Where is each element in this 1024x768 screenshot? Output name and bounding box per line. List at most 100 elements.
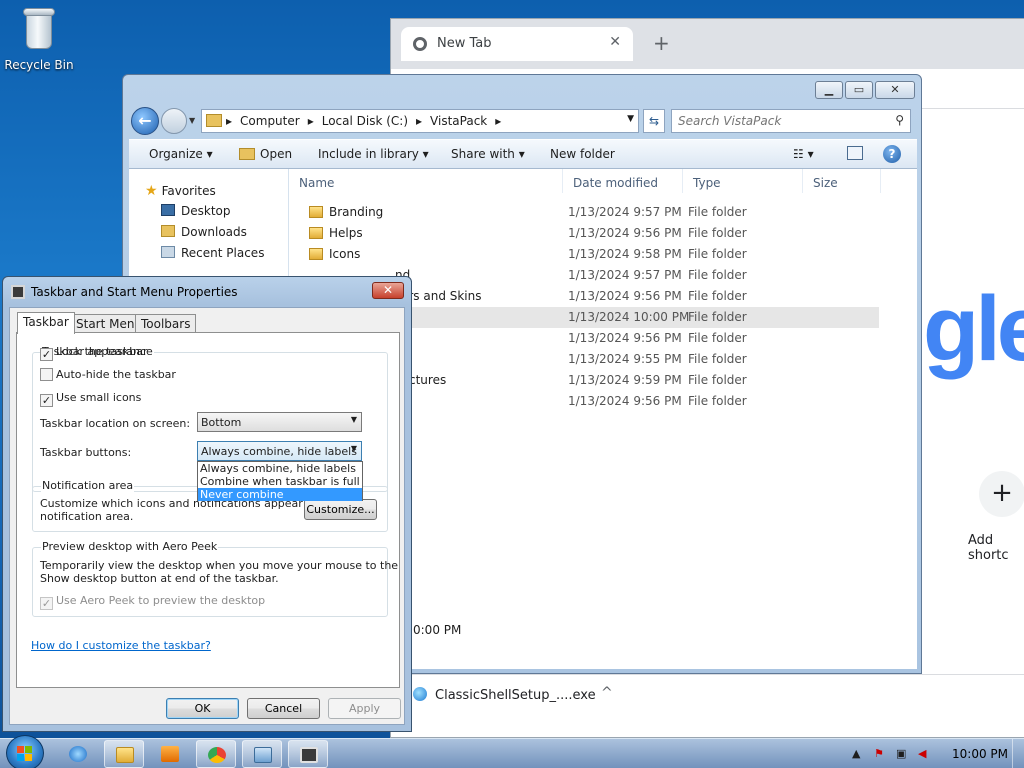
download-chevron-icon[interactable]: ^ bbox=[601, 685, 613, 701]
chrome-new-tab-button[interactable]: + bbox=[653, 31, 670, 55]
customize-button[interactable]: Customize... bbox=[304, 499, 377, 520]
chrome-tab-new-tab[interactable]: New Tab ✕ bbox=[401, 27, 633, 61]
include-in-library-button[interactable]: Include in library ▾ bbox=[318, 147, 429, 161]
organize-button[interactable]: Organize ▾ bbox=[149, 147, 213, 161]
taskbar-media-player[interactable] bbox=[150, 740, 190, 768]
taskbar-properties-dialog: Taskbar and Start Menu Properties ✕ Task… bbox=[2, 276, 412, 732]
breadcrumb-vistapack[interactable]: VistaPack bbox=[430, 114, 487, 128]
option-never-combine[interactable]: Never combine bbox=[198, 488, 362, 501]
google-logo: gle bbox=[923, 278, 1024, 380]
taskbar-chrome[interactable] bbox=[196, 740, 236, 768]
apply-button: Apply bbox=[328, 698, 401, 719]
aero-peek-text-line-1: Temporarily view the desktop when you mo… bbox=[40, 559, 399, 572]
nav-recent-places[interactable]: Recent Places bbox=[161, 246, 264, 260]
forward-button[interactable] bbox=[161, 108, 187, 134]
column-date-modified[interactable]: Date modified bbox=[563, 169, 683, 193]
file-row[interactable]: Helps 1/13/2024 9:56 PM File folder bbox=[289, 223, 879, 244]
preview-pane-icon[interactable] bbox=[847, 146, 863, 160]
search-icon: ⚲ bbox=[895, 113, 904, 127]
network-icon[interactable]: ▣ bbox=[896, 747, 906, 760]
search-box[interactable]: ⚲ bbox=[671, 109, 911, 133]
file-row[interactable]: Branding 1/13/2024 9:57 PM File folder bbox=[289, 202, 879, 223]
ok-button[interactable]: OK bbox=[166, 698, 239, 719]
taskbar-buttons-select[interactable]: Always combine, hide labels ▼ bbox=[197, 441, 362, 461]
recent-pages-dropdown[interactable]: ▼ bbox=[189, 116, 195, 125]
lock-taskbar-checkbox[interactable]: ✓ Lock the taskbar bbox=[40, 345, 148, 361]
help-link[interactable]: How do I customize the taskbar? bbox=[31, 639, 211, 652]
clock[interactable]: 10:00 PM bbox=[952, 747, 1008, 761]
taskbar: ▲ ⚑ ▣ ◀ 10:00 PM bbox=[0, 735, 1024, 768]
add-shortcut-button[interactable]: + bbox=[979, 471, 1024, 517]
system-tray: ▲ ⚑ ▣ ◀ 10:00 PM bbox=[834, 739, 1024, 768]
dialog-title: Taskbar and Start Menu Properties bbox=[31, 285, 238, 299]
cancel-button[interactable]: Cancel bbox=[247, 698, 320, 719]
help-icon[interactable]: ? bbox=[883, 145, 901, 163]
nav-favorites[interactable]: ★ Favorites bbox=[145, 183, 216, 199]
small-icons-checkbox[interactable]: ✓ Use small icons bbox=[40, 391, 141, 407]
taskbar-control-panel[interactable] bbox=[242, 740, 282, 768]
dialog-body: Taskbar Start Menu Toolbars Taskbar appe… bbox=[9, 307, 405, 725]
chrome-icon bbox=[208, 747, 226, 763]
tab-taskbar[interactable]: Taskbar bbox=[17, 312, 75, 334]
internet-explorer-icon bbox=[69, 746, 87, 762]
show-hidden-icons-icon[interactable]: ▲ bbox=[852, 747, 860, 760]
taskbar-tab-panel: Taskbar appearance ✓ Lock the taskbar Aut… bbox=[16, 332, 400, 688]
aero-peek-text-line-2: Show desktop button at end of the taskba… bbox=[40, 572, 279, 585]
add-shortcut-label: Add shortc bbox=[968, 533, 1009, 563]
media-player-icon bbox=[161, 746, 179, 762]
change-view-icon[interactable]: ☷ ▾ bbox=[793, 147, 814, 161]
minimize-button[interactable]: ▁ bbox=[815, 81, 843, 99]
action-center-icon[interactable]: ⚑ bbox=[874, 747, 884, 760]
details-pane-date: 0:00 PM bbox=[413, 623, 462, 637]
taskbar-explorer[interactable] bbox=[104, 740, 144, 768]
open-button[interactable]: Open bbox=[239, 147, 292, 161]
taskbar-properties[interactable] bbox=[288, 740, 328, 768]
auto-hide-checkbox[interactable]: Auto-hide the taskbar bbox=[40, 368, 176, 381]
folder-icon bbox=[206, 114, 222, 127]
column-name[interactable]: Name bbox=[289, 169, 563, 193]
download-item[interactable]: ClassicShellSetup_....exe bbox=[413, 687, 596, 703]
start-button[interactable] bbox=[6, 735, 44, 768]
nav-desktop[interactable]: Desktop bbox=[161, 204, 231, 218]
window-controls: ▁ ▭ ✕ bbox=[813, 81, 915, 99]
folder-icon bbox=[309, 248, 323, 260]
option-combine-when-full[interactable]: Combine when taskbar is full bbox=[198, 475, 362, 488]
aero-peek-checkbox: ✓ Use Aero Peek to preview the desktop bbox=[40, 594, 266, 610]
desktop-icon bbox=[161, 204, 175, 216]
location-select[interactable]: Bottom ▼ bbox=[197, 412, 362, 432]
refresh-button[interactable]: ⇆ bbox=[643, 109, 665, 133]
volume-icon[interactable]: ◀ bbox=[918, 747, 926, 760]
recycle-bin-icon bbox=[21, 6, 57, 52]
breadcrumb-computer[interactable]: Computer bbox=[240, 114, 300, 128]
folder-icon bbox=[116, 747, 134, 763]
maximize-button[interactable]: ▭ bbox=[845, 81, 873, 99]
new-folder-button[interactable]: New folder bbox=[550, 147, 615, 161]
share-with-button[interactable]: Share with ▾ bbox=[451, 147, 525, 161]
option-always-combine[interactable]: Always combine, hide labels bbox=[198, 462, 362, 475]
back-button[interactable]: ← bbox=[131, 107, 159, 135]
checkbox-check-icon: ✓ bbox=[40, 348, 53, 361]
recent-places-icon bbox=[161, 246, 175, 258]
address-bar[interactable]: ▸ Computer ▸ Local Disk (C:) ▸ VistaPack ▸ ▼ bbox=[201, 109, 639, 133]
chevron-down-icon: ▼ bbox=[350, 444, 357, 453]
search-input[interactable] bbox=[678, 111, 878, 131]
chevron-down-icon: ▼ bbox=[350, 415, 357, 424]
dialog-close-button[interactable]: ✕ bbox=[372, 282, 404, 299]
column-type[interactable]: Type bbox=[683, 169, 803, 193]
windows-logo-icon bbox=[17, 746, 33, 762]
column-size[interactable]: Size bbox=[803, 169, 881, 193]
address-dropdown-icon[interactable]: ▼ bbox=[627, 114, 634, 124]
file-row[interactable]: Icons 1/13/2024 9:58 PM File folder bbox=[289, 244, 879, 265]
breadcrumb-local-disk[interactable]: Local Disk (C:) bbox=[322, 114, 408, 128]
tab-toolbars[interactable]: Toolbars bbox=[135, 314, 197, 333]
chrome-tab-close-icon[interactable]: ✕ bbox=[609, 34, 621, 50]
close-button[interactable]: ✕ bbox=[875, 81, 915, 99]
taskbar-properties-icon bbox=[300, 747, 318, 763]
chrome-tab-strip: New Tab ✕ + bbox=[391, 19, 1024, 69]
folder-icon bbox=[309, 206, 323, 218]
recycle-bin[interactable]: Recycle Bin bbox=[4, 6, 74, 72]
taskbar-internet-explorer[interactable] bbox=[58, 740, 98, 768]
downloads-icon bbox=[161, 225, 175, 237]
show-desktop-button[interactable] bbox=[1012, 739, 1024, 768]
nav-downloads[interactable]: Downloads bbox=[161, 225, 247, 239]
